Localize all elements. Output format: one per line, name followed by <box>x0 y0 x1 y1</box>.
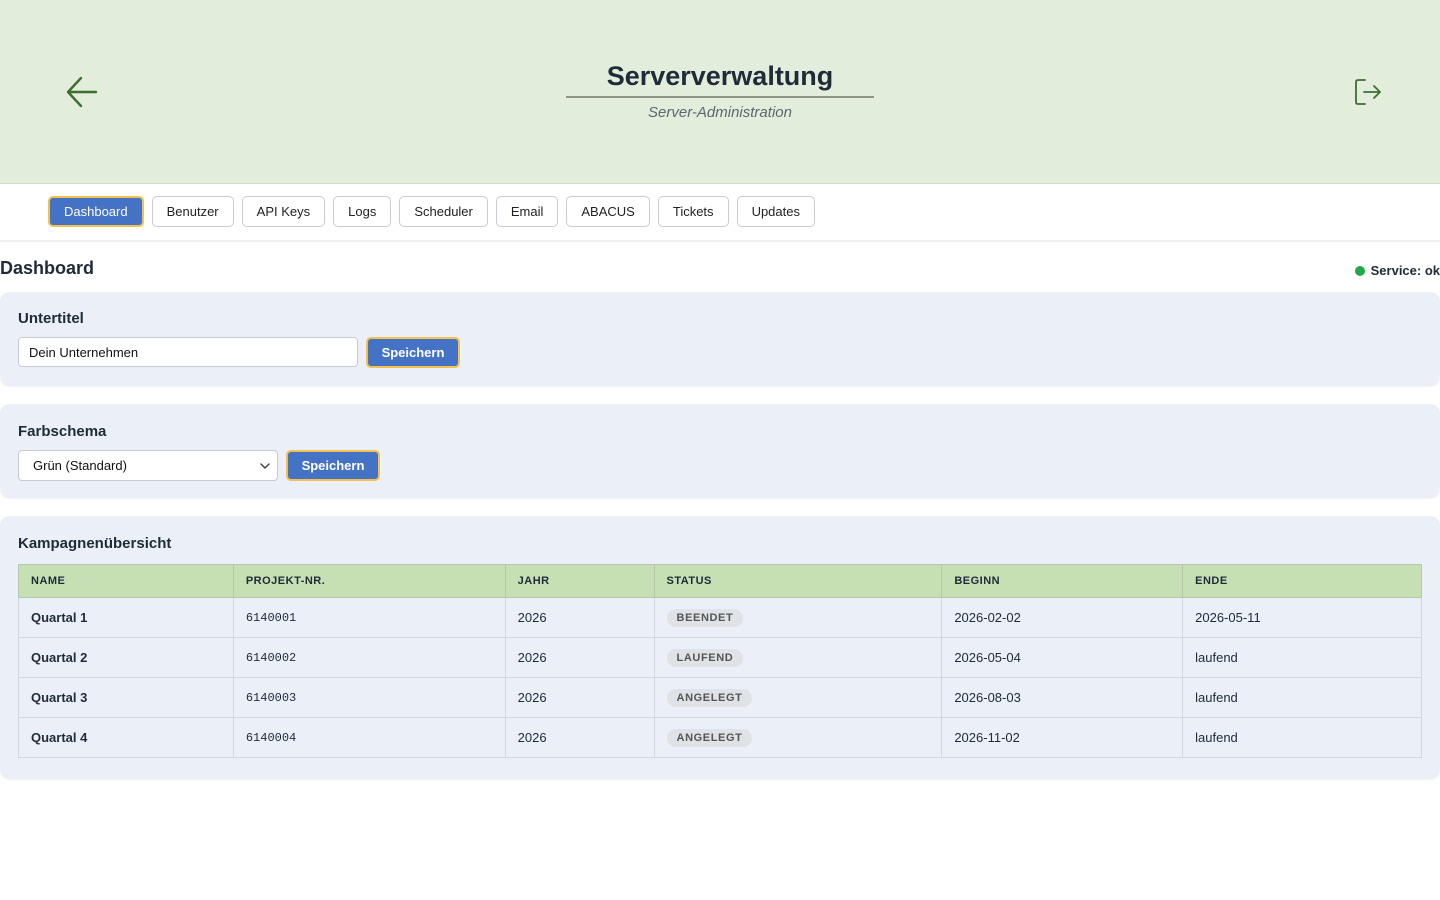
cell-name: Quartal 2 <box>18 637 234 678</box>
tab-email[interactable]: Email <box>495 196 559 227</box>
status-badge: BEENDET <box>666 608 744 627</box>
cell-status: ANGELEGT <box>653 717 943 758</box>
column-header: ENDE <box>1182 564 1422 598</box>
color-scheme-card-title: Farbschema <box>18 423 107 440</box>
color-scheme-card: Farbschema Grün (Standard) Speichern <box>0 404 1440 498</box>
section-title: Dashboard <box>0 258 95 278</box>
app-header: Serververwaltung Server-Administration <box>0 0 1440 184</box>
tab-tickets[interactable]: Tickets <box>657 196 729 227</box>
cell-project: 6140003 <box>232 677 506 718</box>
cell-status: LAUFEND <box>653 637 943 678</box>
cell-year: 2026 <box>504 637 655 678</box>
arrow-left-icon <box>66 76 98 108</box>
tab-benutzer[interactable]: Benutzer <box>151 196 234 227</box>
cell-name: Quartal 4 <box>18 717 234 758</box>
color-scheme-save-button[interactable]: Speichern <box>286 450 380 481</box>
cell-year: 2026 <box>504 597 655 638</box>
service-status: Service: ok <box>1354 263 1440 278</box>
campaigns-card: Kampagnenübersicht NAME PROJEKT-NR. JAHR… <box>0 516 1440 779</box>
column-header: PROJEKT-NR. <box>232 564 506 598</box>
cell-status: ANGELEGT <box>653 677 943 718</box>
back-button[interactable] <box>62 72 102 112</box>
subtitle-card-title: Untertitel <box>18 310 84 327</box>
cell-year: 2026 <box>504 717 655 758</box>
table-row[interactable]: Quartal 3 6140003 2026 ANGELEGT 2026-08-… <box>18 677 1422 718</box>
color-scheme-selected: Grün (Standard) <box>33 458 127 473</box>
table-header-row: NAME PROJEKT-NR. JAHR STATUS BEGINN ENDE <box>18 564 1422 598</box>
table-row[interactable]: Quartal 1 6140001 2026 BEENDET 2026-02-0… <box>18 597 1422 638</box>
column-header: STATUS <box>653 564 943 598</box>
cell-project: 6140004 <box>232 717 506 758</box>
tab-dashboard[interactable]: Dashboard <box>48 196 144 227</box>
color-scheme-select[interactable]: Grün (Standard) <box>18 450 278 481</box>
cell-begin: 2026-02-02 <box>941 597 1184 638</box>
cell-name: Quartal 3 <box>18 677 234 718</box>
header-title-block: Serververwaltung Server-Administration <box>566 58 874 121</box>
cell-status: BEENDET <box>653 597 943 638</box>
subtitle-save-button[interactable]: Speichern <box>366 337 460 368</box>
status-dot-icon <box>1354 265 1365 276</box>
column-header: JAHR <box>504 564 655 598</box>
campaigns-table: NAME PROJEKT-NR. JAHR STATUS BEGINN ENDE… <box>18 564 1422 758</box>
column-header: NAME <box>18 564 234 598</box>
cell-begin: 2026-08-03 <box>941 677 1184 718</box>
logout-icon <box>1355 79 1381 105</box>
cell-end: 2026-05-11 <box>1182 597 1422 638</box>
cell-year: 2026 <box>504 677 655 718</box>
status-badge: ANGELEGT <box>666 688 753 707</box>
tab-scheduler[interactable]: Scheduler <box>399 196 488 227</box>
service-status-label: Service: ok <box>1370 263 1440 278</box>
campaigns-card-title: Kampagnenübersicht <box>18 535 172 552</box>
cell-end: laufend <box>1182 677 1422 718</box>
status-badge: LAUFEND <box>666 648 744 667</box>
cell-end: laufend <box>1182 717 1422 758</box>
tab-abacus[interactable]: ABACUS <box>566 196 650 227</box>
tab-updates[interactable]: Updates <box>736 196 815 227</box>
status-badge: ANGELEGT <box>666 728 753 747</box>
tab-api-keys[interactable]: API Keys <box>241 196 326 227</box>
cell-name: Quartal 1 <box>18 597 234 638</box>
chevron-down-icon <box>260 463 270 469</box>
cell-begin: 2026-11-02 <box>941 717 1184 758</box>
subtitle-card: Untertitel Dein Unternehmen Speichern <box>0 292 1440 386</box>
table-row[interactable]: Quartal 4 6140004 2026 ANGELEGT 2026-11-… <box>18 717 1422 758</box>
page-subheading: Server-Administration <box>648 104 792 121</box>
column-header: BEGINN <box>941 564 1184 598</box>
cell-end: laufend <box>1182 637 1422 678</box>
cell-project: 6140001 <box>232 597 506 638</box>
page-heading: Serververwaltung <box>566 58 874 98</box>
cell-project: 6140002 <box>232 637 506 678</box>
main-nav: Dashboard Benutzer API Keys Logs Schedul… <box>0 184 1440 242</box>
cell-begin: 2026-05-04 <box>941 637 1184 678</box>
table-row[interactable]: Quartal 2 6140002 2026 LAUFEND 2026-05-0… <box>18 637 1422 678</box>
logout-button[interactable] <box>1348 72 1388 112</box>
nav-tabs: Dashboard Benutzer API Keys Logs Schedul… <box>48 196 823 227</box>
tab-logs[interactable]: Logs <box>333 196 392 227</box>
subtitle-input[interactable]: Dein Unternehmen <box>18 337 358 367</box>
